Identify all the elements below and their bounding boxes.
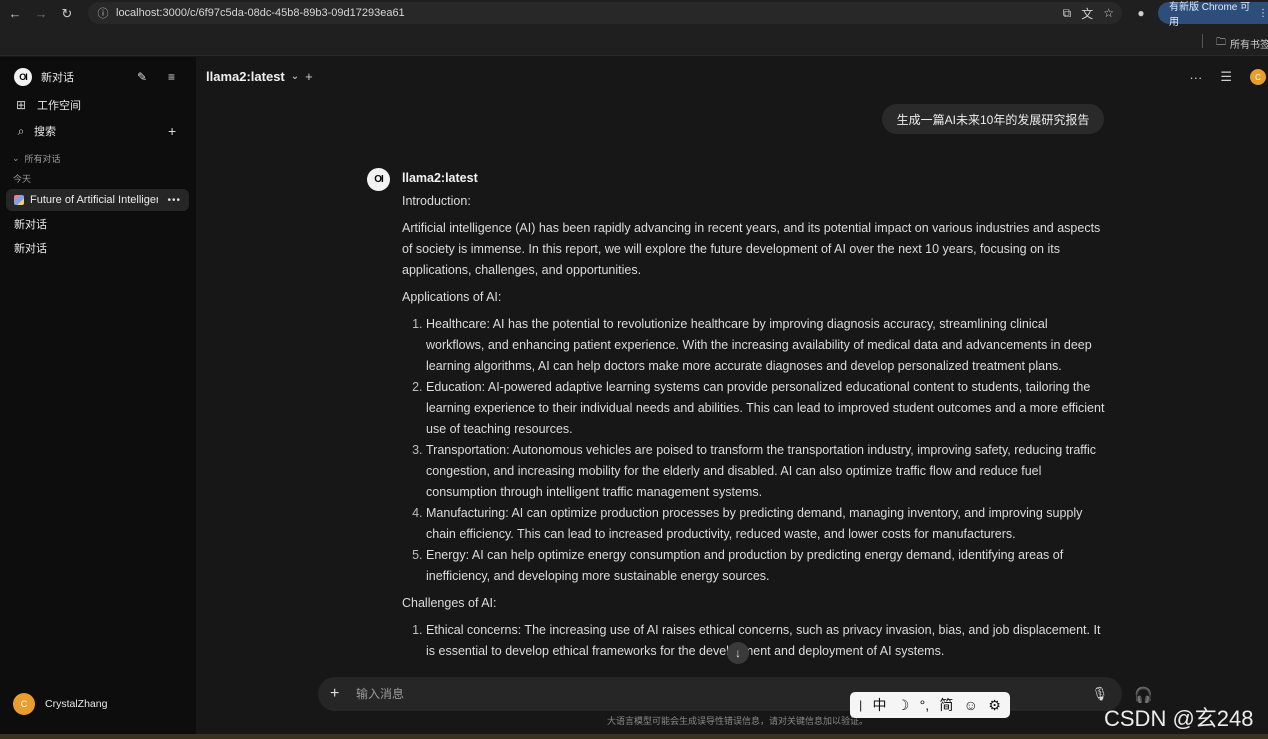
microphone-icon[interactable]: 🎙: [1091, 686, 1108, 702]
all-chats-section[interactable]: ⌄ 所有对话: [12, 152, 182, 165]
taskbar-edge: [0, 734, 1268, 739]
list-item: Manufacturing: AI can optimize productio…: [426, 503, 1107, 545]
workspace-label: 工作空间: [37, 100, 81, 112]
applications-heading: Applications of AI:: [402, 290, 502, 304]
arrow-down-icon: ↓: [735, 646, 741, 660]
avatar[interactable]: C: [1250, 69, 1266, 85]
moon-icon[interactable]: ☽: [897, 697, 910, 714]
profile-icon[interactable]: ●: [1133, 5, 1149, 21]
model-name: llama2:latest: [206, 69, 285, 84]
user-menu[interactable]: C CrystalZhang: [13, 693, 183, 715]
challenges-heading: Challenges of AI:: [402, 596, 497, 610]
ime-mode-chinese[interactable]: 中: [873, 695, 887, 715]
list-item: Healthcare: AI has the potential to revo…: [426, 314, 1107, 377]
controls-icon[interactable]: ☰: [1220, 69, 1232, 85]
all-bookmarks-folder[interactable]: 🗀 所有书签: [1216, 35, 1268, 52]
bookmarks-bar: 🗀 所有书签: [0, 27, 1268, 56]
punctuation-icon[interactable]: °,: [920, 697, 930, 713]
avatar: C: [13, 693, 35, 715]
today-label: 今天: [13, 174, 32, 184]
intro-paragraph: Artificial intelligence (AI) has been ra…: [402, 221, 1101, 277]
ime-toolbar: | 中 ☽ °, 简 ☺ ⚙: [850, 692, 1010, 718]
bookmark-star-icon[interactable]: ☆: [1103, 6, 1114, 20]
chat-item[interactable]: Future of Artificial Intelligence •••: [6, 189, 189, 211]
scroll-down-button[interactable]: ↓: [727, 642, 749, 664]
ime-drag-handle[interactable]: |: [859, 698, 862, 712]
new-chat-label: 新对话: [41, 72, 74, 84]
sidebar: OI 新对话 ✎ ≡ ⊞ 工作空间 ⌕ 搜索 + ⌄ 所有对话 今天 Futur…: [0, 57, 196, 739]
model-selector[interactable]: llama2:latest ⌄ +: [206, 69, 313, 84]
chevron-down-icon: ⌄: [12, 153, 20, 163]
more-icon[interactable]: ···: [1189, 70, 1202, 85]
chat-item[interactable]: 新对话: [6, 213, 189, 235]
ime-simplified[interactable]: 简: [939, 695, 953, 715]
reload-icon[interactable]: ↻: [56, 3, 78, 25]
folder-icon: 🗀: [1216, 37, 1226, 48]
openwebui-logo: OI: [14, 68, 32, 86]
all-chats-label: 所有对话: [24, 154, 61, 164]
bookmarks-divider: [1202, 34, 1203, 48]
install-app-icon[interactable]: ⧉: [1063, 6, 1072, 21]
chat-item[interactable]: 新对话: [6, 237, 189, 259]
url-text: localhost:3000/c/6f97c5da-08dc-45b8-89b3…: [116, 7, 405, 19]
search-item[interactable]: ⌕ 搜索 +: [14, 123, 184, 139]
all-bookmarks-label: 所有书签: [1230, 40, 1268, 51]
more-options-icon[interactable]: •••: [167, 195, 181, 206]
chat-emoji-icon: [14, 195, 24, 205]
back-icon[interactable]: ←: [4, 3, 26, 25]
add-model-icon[interactable]: +: [305, 69, 313, 84]
chat-main: llama2:latest ⌄ + ··· ☰ C 生成一篇AI未来10年的发展…: [196, 57, 1268, 739]
challenges-list: Ethical concerns: The increasing use of …: [426, 620, 1107, 662]
header-actions: ··· ☰ C: [1189, 69, 1268, 85]
intro-heading: Introduction:: [402, 194, 471, 208]
emoji-icon[interactable]: ☺: [964, 697, 978, 713]
update-label: 有新版 Chrome 可用: [1169, 2, 1251, 28]
add-icon[interactable]: +: [168, 123, 176, 139]
csdn-watermark: CSDN @玄248: [1104, 706, 1254, 731]
user-name: CrystalZhang: [45, 698, 108, 710]
search-icon: ⌕: [17, 123, 25, 138]
forward-icon[interactable]: →: [30, 3, 52, 25]
disclaimer-text: 大语言模型可能会生成误导性错误信息，请对关键信息加以验证。: [607, 716, 869, 726]
chat-header: llama2:latest ⌄ + ··· ☰ C: [196, 57, 1268, 97]
gear-icon[interactable]: ⚙: [988, 697, 1001, 714]
grid-icon: ⊞: [15, 98, 27, 112]
list-item: Energy: AI can help optimize energy cons…: [426, 545, 1107, 587]
list-item: Education: AI-powered adaptive learning …: [426, 377, 1107, 440]
new-chat-row[interactable]: OI 新对话 ✎ ≡: [14, 68, 184, 86]
assistant-name: llama2:latest: [402, 171, 478, 185]
translate-icon[interactable]: 文: [1081, 5, 1093, 22]
list-item: Ethical concerns: The increasing use of …: [426, 620, 1107, 662]
chat-title: 新对话: [14, 243, 47, 255]
edit-icon[interactable]: ✎: [137, 70, 147, 84]
list-item: Transportation: Autonomous vehicles are …: [426, 440, 1107, 503]
browser-toolbar: ← → ↻ ⓘ localhost:3000/c/6f97c5da-08dc-4…: [0, 0, 1268, 28]
chat-title: 新对话: [14, 219, 47, 231]
chrome-update-button[interactable]: 有新版 Chrome 可用 ⋮: [1158, 2, 1268, 28]
address-bar[interactable]: ⓘ localhost:3000/c/6f97c5da-08dc-45b8-89…: [88, 2, 1122, 24]
chat-title: Future of Artificial Intelligence: [30, 194, 158, 206]
applications-list: Healthcare: AI has the potential to revo…: [426, 314, 1107, 587]
attach-plus-icon[interactable]: +: [330, 685, 344, 703]
search-label: 搜索: [34, 126, 56, 138]
sidebar-toggle-icon[interactable]: ≡: [168, 70, 175, 84]
user-message: 生成一篇AI未来10年的发展研究报告: [882, 104, 1104, 134]
site-info-icon[interactable]: ⓘ: [92, 5, 114, 21]
assistant-message: llama2:latest Introduction: Artificial i…: [402, 171, 1107, 668]
assistant-avatar-icon: OI: [367, 168, 390, 191]
workspace-item[interactable]: ⊞ 工作空间: [14, 97, 184, 113]
today-group: 今天: [13, 172, 183, 185]
chevron-down-icon: ⌄: [290, 71, 300, 82]
